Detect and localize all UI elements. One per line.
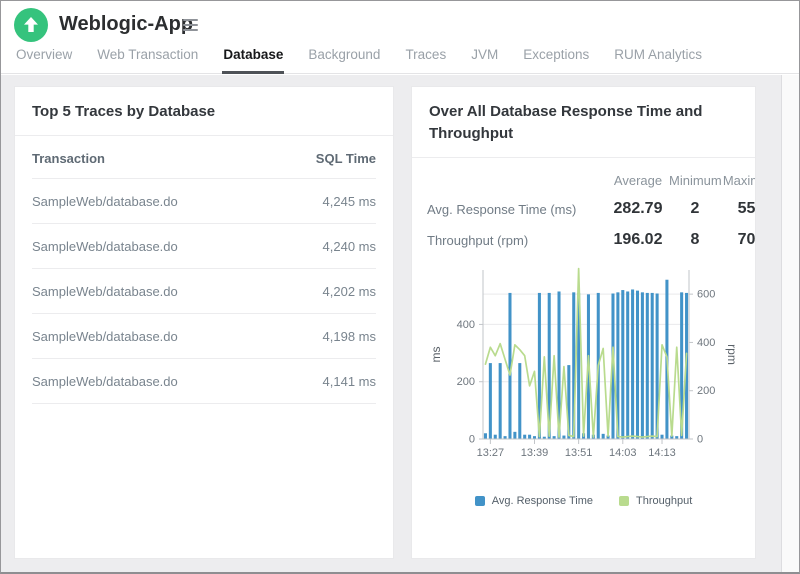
legend-item-avg-response-time[interactable]: Avg. Response Time: [475, 495, 593, 507]
stats-row: Avg. Response Time (ms)282.792556: [412, 194, 756, 226]
legend-swatch: [619, 496, 629, 506]
transaction-name[interactable]: SampleWeb/database.do: [32, 223, 275, 268]
hamburger-menu-icon[interactable]: [183, 19, 198, 31]
response-time-bar: [641, 292, 644, 439]
column-header-sql-time: SQL Time: [275, 136, 376, 179]
tab-bar: Overview Web Transaction Database Backgroun…: [15, 47, 703, 74]
stats-header-average: Average: [607, 171, 669, 194]
response-throughput-chart: 0 200 400 0 200 400 600 13:27 13:39 13:51 14:03 14:…: [418, 259, 753, 467]
axis-tick-label: 0: [697, 434, 703, 446]
sql-time-value: 4,198 ms: [275, 313, 376, 358]
axis-tick-label: 13:39: [521, 447, 549, 459]
stats-average: 282.79: [607, 194, 669, 226]
vertical-scrollbar[interactable]: [781, 75, 799, 572]
stats-label: Avg. Response Time (ms): [412, 194, 607, 226]
panel-title-overall-db: Over All Database Response Time and Thro…: [412, 87, 755, 158]
response-time-bar: [523, 435, 526, 439]
stats-maximum: 556: [721, 194, 756, 226]
db-stats-table: Average Minimum Maximum Avg. Response Ti…: [412, 171, 756, 257]
response-time-bar: [621, 290, 624, 439]
app-header: Weblogic-App Overview Web Transaction Data…: [1, 1, 799, 74]
response-time-bar: [602, 434, 605, 439]
traces-table: Transaction SQL Time SampleWeb/database.…: [32, 136, 376, 404]
stats-minimum: 2: [669, 194, 721, 226]
table-row[interactable]: SampleWeb/database.do4,198 ms: [32, 313, 376, 358]
axis-tick-label: 14:03: [609, 447, 637, 459]
response-time-bar: [562, 436, 565, 439]
axis-tick-label: 400: [697, 337, 715, 349]
transaction-name[interactable]: SampleWeb/database.do: [32, 178, 275, 223]
sql-time-value: 4,202 ms: [275, 268, 376, 313]
top-traces-panel: Top 5 Traces by Database Transaction SQL…: [14, 86, 394, 559]
transaction-name[interactable]: SampleWeb/database.do: [32, 313, 275, 358]
sql-time-value: 4,141 ms: [275, 358, 376, 403]
response-time-bar: [528, 435, 531, 439]
axis-tick-label: 200: [697, 385, 715, 397]
response-time-bar: [518, 363, 521, 439]
axis-tick-label: 600: [697, 289, 715, 301]
axis-tick-label: 200: [457, 376, 475, 388]
page-title: Weblogic-App: [59, 13, 193, 36]
stats-maximum: 706: [721, 225, 756, 257]
app-window: Weblogic-App Overview Web Transaction Data…: [0, 0, 800, 574]
table-row[interactable]: SampleWeb/database.do4,202 ms: [32, 268, 376, 313]
response-time-bar: [494, 435, 497, 439]
response-time-bar: [661, 435, 664, 439]
stats-header-maximum: Maximum: [721, 171, 756, 194]
legend-item-throughput[interactable]: Throughput: [619, 495, 692, 507]
app-status-icon: [14, 8, 48, 42]
up-arrow-icon: [14, 8, 48, 42]
sql-time-value: 4,240 ms: [275, 223, 376, 268]
axis-tick-label: 400: [457, 319, 475, 331]
response-time-bar: [513, 432, 516, 439]
stats-minimum: 8: [669, 225, 721, 257]
tab-web-transaction[interactable]: Web Transaction: [96, 47, 199, 74]
chart-legend: Avg. Response Time Throughput: [412, 495, 755, 507]
tab-rum-analytics[interactable]: RUM Analytics: [613, 47, 703, 74]
axis-tick-label: 13:51: [565, 447, 593, 459]
axis-tick-label: 0: [469, 434, 475, 446]
legend-swatch: [475, 496, 485, 506]
table-row[interactable]: SampleWeb/database.do4,245 ms: [32, 178, 376, 223]
tab-traces[interactable]: Traces: [404, 47, 447, 74]
stats-label: Throughput (rpm): [412, 225, 607, 257]
legend-label: Throughput: [636, 495, 692, 507]
table-row[interactable]: SampleWeb/database.do4,240 ms: [32, 223, 376, 268]
tab-jvm[interactable]: JVM: [470, 47, 499, 74]
panel-title-top-traces: Top 5 Traces by Database: [15, 87, 393, 136]
response-time-bar: [489, 363, 492, 439]
chart-canvas: 0 200 400 0 200 400 600 13:27 13:39 13:51 14:03 14:…: [418, 259, 753, 467]
tab-database[interactable]: Database: [222, 47, 284, 74]
overall-db-panel: Over All Database Response Time and Thro…: [411, 86, 756, 559]
response-time-bar: [631, 289, 634, 439]
response-time-bar: [626, 291, 629, 439]
table-row[interactable]: SampleWeb/database.do4,141 ms: [32, 358, 376, 403]
response-time-bar: [636, 291, 639, 439]
axis-tick-label: 13:27: [477, 447, 505, 459]
column-header-transaction: Transaction: [32, 136, 275, 179]
response-time-bar: [651, 293, 654, 439]
response-time-bar: [646, 293, 649, 439]
tab-exceptions[interactable]: Exceptions: [522, 47, 590, 74]
axis-tick-label: 14:13: [648, 447, 676, 459]
y-axis-title-ms: ms: [429, 347, 443, 363]
transaction-name[interactable]: SampleWeb/database.do: [32, 268, 275, 313]
y2-axis-title-rpm: rpm: [725, 344, 739, 365]
response-time-bar: [484, 433, 487, 439]
stats-header-minimum: Minimum: [669, 171, 721, 194]
sql-time-value: 4,245 ms: [275, 178, 376, 223]
stats-header-empty: [412, 171, 607, 194]
stats-row: Throughput (rpm)196.028706: [412, 225, 756, 257]
response-time-bar: [499, 363, 502, 439]
tab-background[interactable]: Background: [307, 47, 381, 74]
legend-label: Avg. Response Time: [492, 495, 593, 507]
stats-average: 196.02: [607, 225, 669, 257]
transaction-name[interactable]: SampleWeb/database.do: [32, 358, 275, 403]
tab-overview[interactable]: Overview: [15, 47, 73, 74]
